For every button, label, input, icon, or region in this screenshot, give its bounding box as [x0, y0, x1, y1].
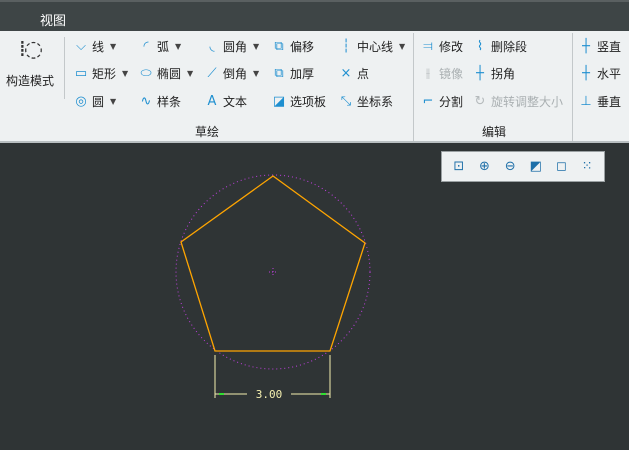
palette-icon: ◪ — [272, 93, 286, 109]
ribbon-button-label: 圆 — [92, 95, 105, 109]
mirror-icon: ⫲ — [425, 65, 431, 81]
ribbon-button-text[interactable]: A 文本 — [204, 93, 247, 110]
construct-mode-icon: ⁞◌ — [18, 37, 43, 62]
spline-icon: ∿ — [140, 93, 152, 109]
ribbon-button-label: 删除段 — [491, 40, 528, 54]
construct-mode-button[interactable]: ⁞◌ 构造模式 — [6, 37, 54, 89]
ribbon-button-label: 分割 — [439, 95, 464, 109]
tab-view[interactable]: 视图 — [40, 10, 66, 29]
ribbon-button-label: 镜像 — [439, 67, 464, 81]
circle-icon: ◎ — [75, 93, 87, 109]
rotate-resize-icon: ↻ — [474, 93, 486, 109]
ribbon-button-label: 椭圆 — [157, 67, 182, 81]
ribbon-button-label: 中心线 — [357, 40, 394, 54]
sketch-canvas[interactable]: 3.00 — [0, 145, 629, 450]
text-icon: A — [207, 93, 217, 109]
ribbon-button-palette[interactable]: ◪ 选项板 — [271, 93, 326, 110]
divider — [64, 37, 65, 99]
ribbon-button-coordinate-system[interactable]: ⤡ 坐标系 — [338, 93, 393, 110]
ribbon-button-spline[interactable]: ∿ 样条 — [138, 93, 181, 110]
ribbon-button-label: 旋转调整大小 — [491, 95, 564, 109]
chevron-down-icon[interactable]: ▼ — [399, 42, 405, 51]
ribbon-button-offset[interactable]: ⧉ 偏移 — [271, 38, 314, 55]
coordinate-system-icon: ⤡ — [340, 93, 352, 109]
divider — [572, 33, 573, 141]
ribbon-button-label: 修改 — [439, 40, 464, 54]
ribbon-button-thicken[interactable]: ⧉ 加厚 — [271, 65, 314, 82]
ribbon-button-rotate-resize[interactable]: ↻ 旋转调整大小 — [472, 93, 563, 110]
ribbon-button-label: 文本 — [223, 95, 248, 109]
ribbon-button-label: 加厚 — [290, 67, 315, 81]
ribbon-button-label: 倒角 — [223, 67, 248, 81]
ribbon-button-label: 样条 — [157, 95, 182, 109]
ribbon-button-label: 水平 — [597, 67, 622, 81]
chevron-down-icon[interactable]: ▼ — [253, 42, 259, 51]
delete-segment-icon: ⌇ — [476, 38, 484, 54]
ribbon-button-label: 点 — [357, 67, 370, 81]
ribbon-button-label: 线 — [92, 40, 105, 54]
pentagon[interactable] — [180, 175, 366, 352]
ribbon-button-rectangle[interactable]: ▭ 矩形 ▼ — [73, 65, 128, 82]
ribbon-button-fillet[interactable]: ◟ 圆角 ▼ — [204, 38, 259, 55]
chevron-down-icon[interactable]: ▼ — [175, 42, 181, 51]
offset-icon: ⧉ — [274, 38, 284, 54]
chevron-down-icon[interactable]: ▼ — [253, 69, 259, 78]
center-point — [269, 268, 277, 276]
chamfer-icon: ⟋ — [207, 65, 217, 81]
perpendicular-icon: ⊥ — [580, 93, 592, 109]
centerline-icon: ┆ — [342, 38, 350, 54]
ribbon: ⁞◌ 构造模式 ⌵ 线 ▼ ◜ 弧 ▼ ◟ 圆角 ▼ ⧉ 偏移 ┆ 中心线 ▼ ▭ 矩形 ▼ ⬭ 椭圆 ▼ ⟋ 倒角 ▼ ⧉ 加… — [0, 31, 629, 143]
chevron-down-icon[interactable]: ▼ — [187, 69, 193, 78]
ribbon-button-label: 拐角 — [491, 67, 516, 81]
ribbon-button-horizontal[interactable]: ┼ 水平 — [578, 65, 621, 82]
ribbon-button-arc[interactable]: ◜ 弧 ▼ — [138, 38, 181, 55]
ribbon-button-centerline[interactable]: ┆ 中心线 ▼ — [338, 38, 405, 55]
chevron-down-icon[interactable]: ▼ — [110, 42, 116, 51]
ribbon-button-perpendicular[interactable]: ⊥ 垂直 — [578, 93, 621, 110]
chevron-down-icon[interactable]: ▼ — [122, 69, 128, 78]
fillet-icon: ◟ — [209, 38, 215, 54]
ribbon-button-label: 选项板 — [290, 95, 327, 109]
point-icon: × — [340, 65, 352, 81]
dimension-value[interactable]: 3.00 — [256, 388, 283, 401]
horizontal-icon: ┼ — [582, 65, 590, 81]
ribbon-button-label: 矩形 — [92, 67, 117, 81]
ribbon-button-label: 竖直 — [597, 40, 622, 54]
menu-bar: 视图 — [0, 0, 629, 31]
corner-icon: ┼ — [476, 65, 484, 81]
ribbon-button-modify[interactable]: ⫤ 修改 — [420, 38, 463, 55]
ribbon-button-line[interactable]: ⌵ 线 ▼ — [73, 38, 116, 55]
divide-icon: ⌐ — [422, 93, 434, 109]
ribbon-button-label: 垂直 — [597, 95, 622, 109]
rectangle-icon: ▭ — [74, 65, 88, 81]
thicken-icon: ⧉ — [274, 65, 284, 81]
divider — [413, 33, 414, 141]
ribbon-button-label: 弧 — [157, 40, 170, 54]
modify-icon: ⫤ — [423, 38, 433, 54]
arc-icon: ◜ — [143, 38, 149, 54]
ribbon-button-ellipse[interactable]: ⬭ 椭圆 ▼ — [138, 65, 193, 82]
ribbon-button-label: 偏移 — [290, 40, 315, 54]
group-label-sketch: 草绘 — [195, 125, 220, 139]
ribbon-button-label: 坐标系 — [357, 95, 394, 109]
ribbon-button-circle[interactable]: ◎ 圆 ▼ — [73, 93, 116, 110]
chevron-down-icon[interactable]: ▼ — [110, 97, 116, 106]
ribbon-button-mirror[interactable]: ⫲ 镜像 — [420, 65, 463, 82]
ribbon-button-corner[interactable]: ┼ 拐角 — [472, 65, 515, 82]
ribbon-button-chamfer[interactable]: ⟋ 倒角 ▼ — [204, 65, 259, 82]
group-label-edit: 编辑 — [482, 125, 507, 139]
ribbon-button-delete-segment[interactable]: ⌇ 删除段 — [472, 38, 527, 55]
ribbon-button-divide[interactable]: ⌐ 分割 — [420, 93, 463, 110]
ribbon-button-vertical[interactable]: ┼ 竖直 — [578, 38, 621, 55]
vertical-icon: ┼ — [582, 38, 590, 54]
ribbon-button-point[interactable]: × 点 — [338, 65, 369, 82]
ellipse-icon: ⬭ — [140, 65, 152, 81]
line-icon: ⌵ — [76, 38, 86, 54]
ribbon-button-label: 圆角 — [223, 40, 248, 54]
